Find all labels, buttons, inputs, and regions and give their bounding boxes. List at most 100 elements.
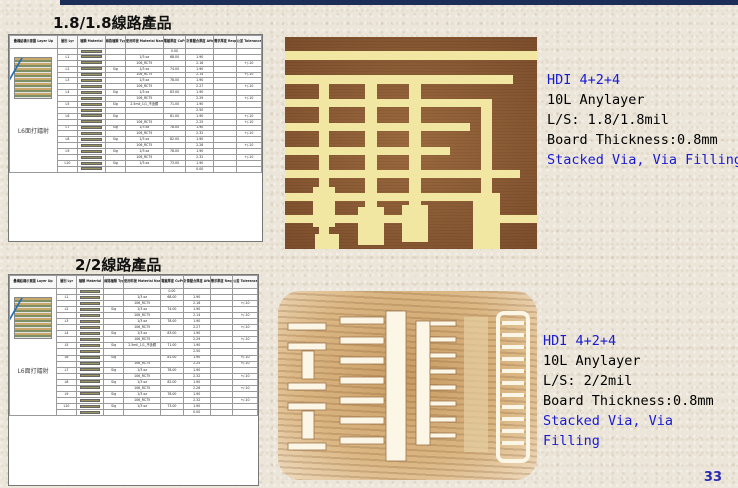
material-bar <box>80 161 102 165</box>
material-bar <box>80 84 102 88</box>
material-bar <box>79 356 101 360</box>
material-bar <box>79 362 101 366</box>
material-bar <box>80 79 102 83</box>
table-cell <box>162 165 187 173</box>
page-number: 33 <box>703 470 722 485</box>
table-header-cell: 線路種類 Typ <box>104 35 126 49</box>
cross-section-photo-2 <box>278 291 537 480</box>
spec-block-2: HDI 4+2+4 10L Anylayer L/S: 2/2mil Board… <box>543 331 714 451</box>
material-bar <box>79 404 101 408</box>
material-bar <box>80 67 102 71</box>
material-bar <box>79 386 101 390</box>
material-bar <box>80 155 102 159</box>
table-cell <box>75 408 105 416</box>
table-header-cell: 疊構結構示意圖 Layer Up <box>9 275 58 289</box>
material-bar <box>80 61 102 65</box>
material-bar <box>80 55 102 59</box>
material-bar <box>79 289 101 293</box>
material-bar <box>80 73 102 77</box>
material-bar <box>80 132 102 136</box>
table-header-cell: 線路種類 Typ <box>103 275 125 289</box>
material-bar <box>79 410 101 414</box>
table-header-cell: 需求厚度 Reqqred <box>209 275 234 289</box>
material-bar <box>80 114 102 118</box>
stackup-table-1: 疊構結構示意圖 Layer Up 層別 Lyr 種類 Material 線路種類 Ty… <box>8 34 263 242</box>
spec2-hdi: HDI 4+2+4 <box>543 333 617 349</box>
table-header-cell: 種類 Material <box>75 275 105 289</box>
material-bar <box>80 96 102 100</box>
table-cell: 0.00 <box>182 408 211 416</box>
material-bar <box>80 167 102 171</box>
spec2-layers: 10L Anylayer <box>543 353 641 369</box>
material-bar <box>80 137 102 141</box>
table-cell <box>235 165 262 173</box>
table-header-cell: 使用料號 Material Name <box>123 275 162 289</box>
table-header-cell: 電鍍厚度 CuPs <box>160 275 184 289</box>
material-bar <box>79 295 101 299</box>
layup-note: L6面打鐳射 <box>17 128 50 135</box>
material-bar <box>80 90 102 94</box>
material-bar <box>80 149 102 153</box>
material-bar <box>80 108 102 112</box>
table-cell <box>160 408 184 416</box>
layup-diagram-cell: L6面打鐳射 <box>9 48 58 173</box>
material-bar <box>79 344 101 348</box>
table-cell <box>124 165 164 173</box>
material-bar <box>79 338 101 342</box>
table-header-cell: 計算壓合厚度 After Lam <box>185 35 215 49</box>
material-bar <box>79 398 101 402</box>
table-header-cell: 公差 Tolerance <box>232 275 258 289</box>
spec2-via: Stacked Via, Via <box>543 413 674 429</box>
material-bar <box>79 332 101 335</box>
layup-diagram <box>14 57 52 99</box>
material-bar <box>79 307 101 311</box>
spec2-via-cont: Filling <box>543 433 600 449</box>
layup-diagram <box>14 297 52 339</box>
section1-title: 1.8/1.8線路產品 <box>53 14 172 32</box>
table-header-cell: 種類 Material <box>77 35 106 49</box>
material-bar <box>80 120 102 124</box>
spec1-hdi: HDI 4+2+4 <box>547 72 621 88</box>
material-bar <box>79 374 101 378</box>
header-bar <box>60 0 738 5</box>
spec2-thickness: Board Thickness:0.8mm <box>543 393 714 409</box>
table-cell: 0.00 <box>185 165 215 173</box>
material-bar <box>80 143 102 147</box>
table-cell <box>56 165 79 173</box>
copper-traces-1 <box>285 51 537 249</box>
table-header-cell: 公差 Tolerance <box>235 35 262 49</box>
table-cell <box>123 408 162 416</box>
spec1-line-space: L/S: 1.8/1.8mil <box>547 112 669 128</box>
material-bar <box>80 102 102 106</box>
table-header-cell: 疊構結構示意圖 Layer Up <box>9 35 58 49</box>
copper-traces-2 <box>287 310 530 463</box>
table-cell <box>56 408 77 416</box>
stackup-table-2: 疊構結構示意圖 Layer Up 層別 Lyr 種類 Material 線路種類 Ty… <box>8 274 259 486</box>
spec1-thickness: Board Thickness:0.8mm <box>547 132 718 148</box>
table-cell <box>209 408 234 416</box>
material-bar <box>79 313 101 317</box>
section2-title: 2/2線路產品 <box>75 256 162 274</box>
table-header-cell: 使用料號 Material Name <box>124 35 164 49</box>
material-bar <box>79 368 101 372</box>
material-bar <box>79 350 101 354</box>
spec1-via: Stacked Via, Via Filling <box>547 152 738 168</box>
material-bar <box>79 301 101 305</box>
spec-block-1: HDI 4+2+4 10L Anylayer L/S: 1.8/1.8mil B… <box>547 70 738 170</box>
table-cell <box>213 165 237 173</box>
table-header-cell: 需求厚度 Reqqred <box>213 35 237 49</box>
table-header-cell: 層別 Lyr <box>56 35 79 49</box>
table-header-row: 疊構結構示意圖 Layer Up 層別 Lyr 種類 Material 線路種類 Ty… <box>9 275 258 289</box>
material-bar <box>79 325 101 329</box>
cross-section-photo-1 <box>285 37 537 249</box>
table-cell <box>103 408 125 416</box>
spec1-layers: 10L Anylayer <box>547 92 645 108</box>
table-header-row: 疊構結構示意圖 Layer Up 層別 Lyr 種類 Material 線路種類 Ty… <box>9 35 262 49</box>
table-header-cell: 層別 Lyr <box>56 275 77 289</box>
table-header-cell: 計算壓合厚度 After Lam <box>182 275 211 289</box>
material-bar <box>79 392 101 396</box>
material-bar <box>79 380 101 384</box>
material-bar <box>80 49 102 53</box>
layup-diagram-cell: L6面打鐳射 <box>9 288 58 416</box>
table-cell <box>77 165 106 173</box>
